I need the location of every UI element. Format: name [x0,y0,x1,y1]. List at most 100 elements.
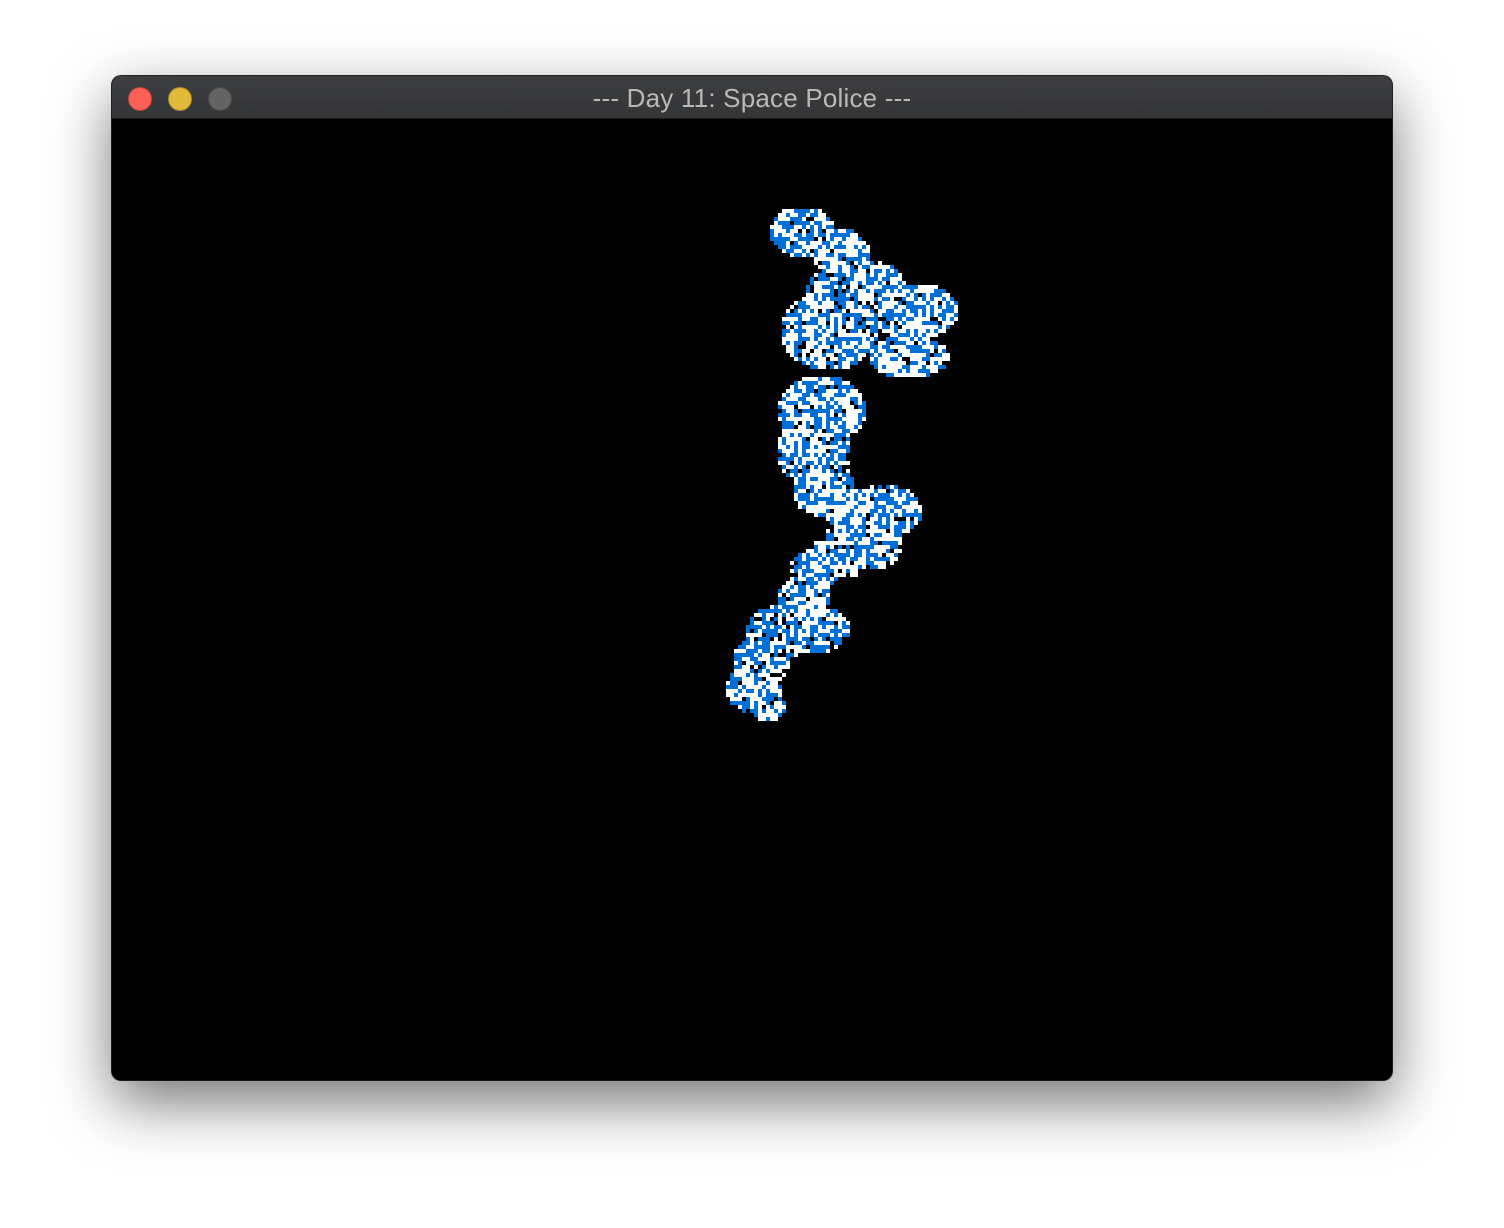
hull-panel [746,625,750,629]
hull-panel [790,413,794,417]
hull-panel [770,229,774,233]
hull-panel [830,269,834,273]
hull-panel [874,521,878,525]
hull-panel [898,529,902,533]
hull-panel [926,369,930,373]
hull-panel [794,317,798,321]
hull-panel [838,549,842,553]
hull-panel [934,369,938,373]
hull-panel [926,329,930,333]
hull-panel [910,365,914,369]
hull-panel [786,325,790,329]
hull-panel [810,593,814,597]
hull-panel [754,673,758,677]
hull-panel [882,265,886,269]
hull-panel [822,557,826,561]
hull-panel [818,601,822,605]
hull-panel [862,265,866,269]
hull-panel [834,329,838,333]
hull-panel [730,689,734,693]
hull-panel [878,325,882,329]
hull-panel [846,449,850,453]
hull-panel [866,493,870,497]
hull-panel [786,401,790,405]
hull-panel [786,665,790,669]
hull-panel [842,345,846,349]
hull-panel [842,253,846,257]
hull-panel [862,505,866,509]
hull-panel [850,505,854,509]
hull-panel [846,477,850,481]
hull-panel [786,613,790,617]
hull-panel [834,449,838,453]
hull-panel [830,561,834,565]
hull-panel [750,641,754,645]
hull-panel [822,269,826,273]
hull-panel [790,593,794,597]
hull-panel [894,553,898,557]
title-bar[interactable]: --- Day 11: Space Police --- [112,76,1392,119]
hull-panel [818,357,822,361]
hull-panel [814,385,818,389]
hull-panel [894,345,898,349]
hull-panel [846,381,850,385]
hull-panel [818,469,822,473]
hull-panel [774,693,778,697]
hull-panel [798,445,802,449]
hull-panel [858,345,862,349]
hull-panel [870,281,874,285]
hull-panel [854,517,858,521]
hull-panel [854,549,858,553]
hull-panel [854,421,858,425]
hull-panel [842,281,846,285]
hull-panel [846,437,850,441]
hull-panel [842,313,846,317]
hull-panel [922,297,926,301]
hull-panel [878,565,882,569]
hull-panel [882,505,886,509]
hull-panel [826,333,830,337]
hull-panel [898,345,902,349]
hull-panel [830,497,834,501]
hull-panel [838,261,842,265]
hull-panel [842,537,846,541]
hull-panel [854,409,858,413]
hull-panel [750,709,754,713]
hull-panel [794,221,798,225]
hull-panel [838,557,842,561]
hull-panel [878,301,882,305]
hull-panel [854,513,858,517]
hull-panel [782,705,786,709]
hull-panel [738,669,742,673]
hull-panel [822,417,826,421]
hull-panel [926,313,930,317]
hull-panel [894,325,898,329]
hull-panel [826,337,830,341]
hull-panel [926,353,930,357]
hull-panel [862,521,866,525]
hull-panel [830,357,834,361]
hull-panel [778,621,782,625]
hull-panel [834,629,838,633]
hull-panel [746,629,750,633]
hull-panel [802,457,806,461]
hull-panel [854,237,858,241]
hull-panel [858,305,862,309]
hull-panel [770,649,774,653]
hull-panel [914,501,918,505]
hull-panel [790,653,794,657]
hull-panel [842,569,846,573]
hull-panel [850,337,854,341]
hull-panel [738,653,742,657]
hull-panel [886,313,890,317]
hull-panel [802,465,806,469]
hull-panel [862,525,866,529]
hull-panel [782,605,786,609]
hull-panel [838,529,842,533]
hull-panel [934,321,938,325]
hull-panel [758,641,762,645]
hull-panel [834,461,838,465]
hull-panel [802,421,806,425]
hull-panel [878,321,882,325]
hull-panel [858,245,862,249]
